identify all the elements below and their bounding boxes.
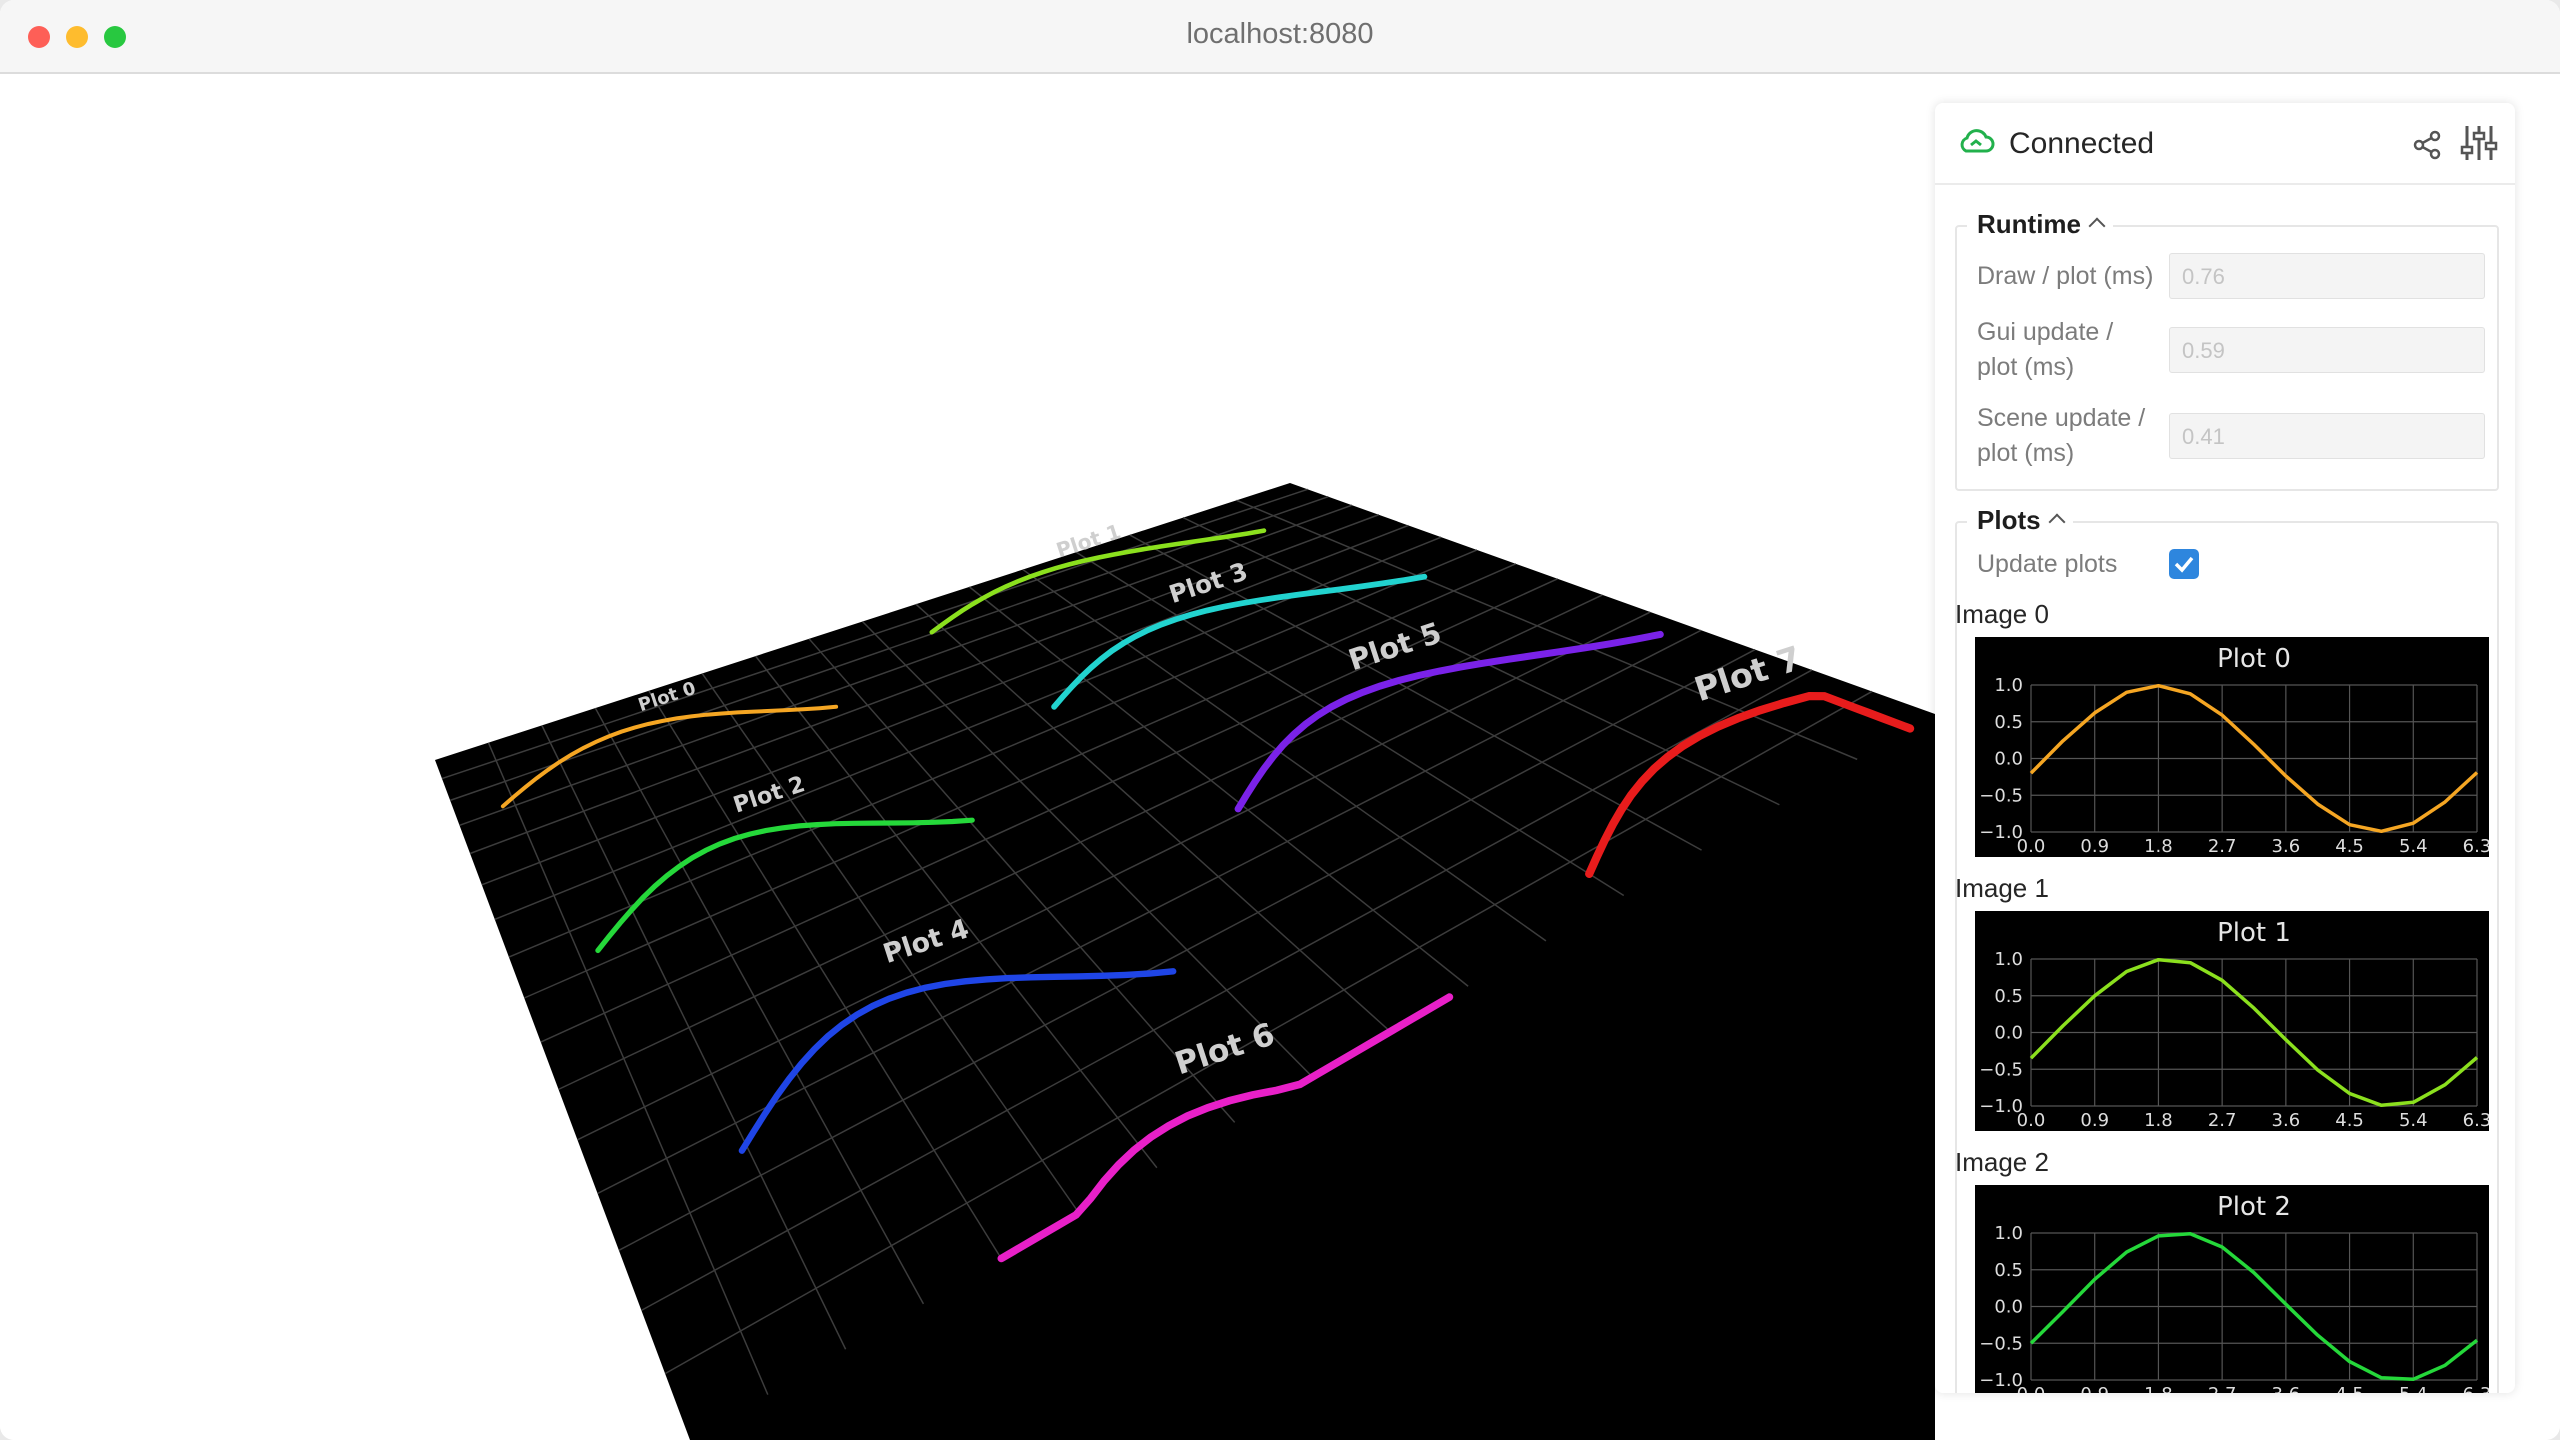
gui-update-label-line1: Gui update / [1977,318,2114,346]
x-tick-label: 6.3 [2463,1110,2489,1131]
settings-sliders-icon[interactable] [2459,123,2499,163]
x-tick-label: 3.6 [2272,1110,2301,1131]
x-tick-label: 4.5 [2335,1110,2364,1131]
scene-update-field[interactable]: 0.41 [2169,413,2485,459]
runtime-folder: Runtime Draw / plot (ms) 0.76 Gui update… [1955,209,2499,491]
y-tick-label: 0.0 [1994,1297,2023,1318]
y-tick-label: −0.5 [1979,1333,2023,1354]
x-tick-label: 6.3 [2463,1384,2489,1393]
y-tick-label: 1.0 [1994,1223,2023,1244]
x-tick-label: 0.9 [2080,1384,2109,1393]
plots-folder-title: Plots [1977,505,2041,535]
checkmark-icon [2174,556,2194,573]
draw-plot-field[interactable]: 0.76 [2169,253,2485,299]
chevron-up-icon [2088,217,2106,235]
control-panel: Connected Runtime Draw / plot (ms) 0.76 [1935,103,2515,1393]
x-tick-label: 4.5 [2335,1384,2364,1393]
y-tick-label: 0.0 [1994,749,2023,770]
share-icon[interactable] [2411,129,2443,161]
x-tick-label: 3.6 [2272,1384,2301,1393]
image-0-label: Image 0 [1955,599,2049,629]
image-2-canvas: 0.00.91.82.73.64.55.46.31.00.50.0−0.5−1.… [1975,1185,2491,1393]
y-tick-label: 0.5 [1994,712,2023,733]
image-0-canvas: 0.0 0.9 1.8 2.7 3.6 4.5 5.4 6.3 1.0 0.5 0.0 −0.5 −1.… [1975,637,2491,857]
plot-title: Plot 1 [2217,918,2291,948]
x-tick-label: 0.9 [2080,836,2109,857]
x-tick-label: 5.4 [2399,1110,2428,1131]
image-2-label: Image 2 [1955,1147,2049,1177]
y-tick-label: 0.5 [1994,986,2023,1007]
y-tick-label: −1.0 [1979,1096,2023,1117]
scene-ground-plane [435,483,1935,1440]
runtime-folder-title: Runtime [1977,209,2081,239]
cloud-sync-icon [1960,129,1995,153]
x-tick-label: 5.4 [2399,1384,2428,1393]
address-text: localhost:8080 [1186,18,1374,50]
gui-update-label-line2: plot (ms) [1977,353,2075,381]
connection-status: Connected [2009,127,2155,160]
x-tick-label: 3.6 [2272,836,2301,857]
y-tick-label: 0.5 [1994,1260,2023,1281]
plot-title: Plot 0 [2217,644,2291,674]
title-bar: localhost:8080 [0,0,2560,74]
x-tick-label: 1.8 [2144,1110,2173,1131]
draw-plot-label-text: Draw / plot (ms) [1977,262,2154,290]
y-tick-label: −1.0 [1979,822,2023,843]
plot-2-chart: 0.00.91.82.73.64.55.46.31.00.50.0−0.5−1.… [1979,1192,2491,1393]
y-tick-label: 1.0 [1994,949,2023,970]
update-plots-checkbox[interactable] [2169,549,2199,579]
y-tick-label: 1.0 [1994,675,2023,696]
y-tick-label: 0.0 [1994,1023,2023,1044]
scene-update-label-line2: plot (ms) [1977,439,2075,467]
browser-window: localhost:8080 Plot 0 Plot 1 Plot 2 Plot 3P… [0,0,2560,1440]
update-plots-label: Update plots [1977,550,2118,578]
gui-update-field[interactable]: 0.59 [2169,327,2485,373]
plot-0-chart: 0.0 0.9 1.8 2.7 3.6 4.5 5.4 6.31.00.50.0−0.5−1.… [1979,644,2491,857]
x-tick-label: 4.5 [2335,836,2364,857]
y-tick-label: −0.5 [1979,785,2023,806]
image-1-label: Image 1 [1955,873,2049,903]
plots-folder-toggle[interactable]: Plots [1967,505,2073,536]
image-1-canvas: 0.0 0.9 1.8 2.7 3.6 4.5 5.4 6.3 1.0 0.5 0.0 −0.5 −1.… [1975,911,2491,1131]
x-tick-label: 2.7 [2208,1110,2237,1131]
x-tick-label: 2.7 [2208,836,2237,857]
scene-update-label-line1: Scene update / [1977,404,2146,432]
chevron-up-icon [2048,513,2066,531]
gui-update-label: Gui update / plot (ms) [1977,315,2113,385]
y-tick-label: −0.5 [1979,1059,2023,1080]
x-tick-label: 0.9 [2080,1110,2109,1131]
plot-1-chart: 0.0 0.9 1.8 2.7 3.6 4.5 5.4 6.31.00.50.0−0.5−1.… [1979,918,2491,1131]
panel-header: Connected [1935,103,2515,185]
x-tick-label: 1.8 [2144,836,2173,857]
x-tick-label: 5.4 [2399,836,2428,857]
x-tick-label: 2.7 [2208,1384,2237,1393]
y-tick-label: −1.0 [1979,1370,2023,1391]
draw-plot-label: Draw / plot (ms) [1977,259,2153,294]
runtime-folder-toggle[interactable]: Runtime [1967,209,2113,240]
x-tick-label: 1.8 [2144,1384,2173,1393]
plot-title: Plot 2 [2217,1192,2291,1222]
scene-update-label: Scene update / plot (ms) [1977,401,2145,471]
x-tick-label: 6.3 [2463,836,2489,857]
